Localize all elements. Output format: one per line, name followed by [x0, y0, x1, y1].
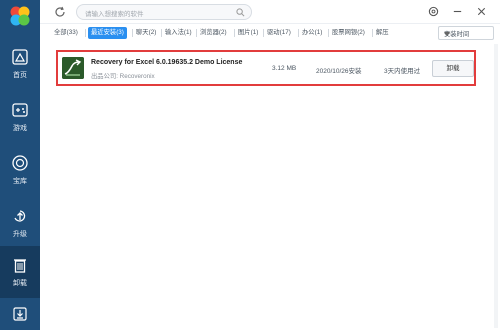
- search-icon[interactable]: [236, 8, 245, 17]
- tab-recent[interactable]: 最近安装(3): [88, 27, 127, 39]
- tab-office[interactable]: 办公(1): [302, 27, 322, 39]
- top-bar: 请输入想搜索的软件: [40, 0, 500, 24]
- tab-image[interactable]: 图片(1): [238, 27, 258, 39]
- tab-divider: [161, 29, 162, 37]
- nav-item-treasure[interactable]: 宝库: [0, 150, 40, 196]
- tab-stock-banking[interactable]: 股票网银(2): [332, 27, 365, 39]
- nav-item-label: 首页: [13, 72, 27, 79]
- home-icon: [12, 49, 28, 65]
- upgrade-icon: [14, 210, 26, 222]
- tab-divider: [263, 29, 264, 37]
- recovery-app-icon: [62, 57, 84, 79]
- tab-divider: [234, 29, 235, 37]
- nav-item-label: 升级: [13, 231, 27, 238]
- uninstall-button[interactable]: 卸载: [432, 60, 474, 77]
- tab-decompress[interactable]: 解压: [376, 27, 389, 39]
- tab-browser[interactable]: 浏览器(2): [200, 27, 227, 39]
- app-size: 3.12 MB: [272, 65, 297, 72]
- chevron-down-icon: [444, 32, 450, 36]
- tab-chat[interactable]: 聊天(2): [136, 27, 156, 39]
- tab-divider: [328, 29, 329, 37]
- scrollbar[interactable]: [494, 44, 498, 328]
- tab-divider: [196, 29, 197, 37]
- nav-item-home[interactable]: 首页: [0, 44, 40, 90]
- trash-icon: [14, 259, 26, 273]
- tab-driver[interactable]: 驱动(17): [267, 27, 291, 39]
- refresh-icon[interactable]: [54, 6, 66, 18]
- close-icon[interactable]: [476, 6, 487, 17]
- tab-divider: [298, 29, 299, 37]
- download-icon: [13, 307, 27, 321]
- minimize-icon[interactable]: [452, 6, 463, 17]
- sidebar: 首页 游戏 宝库 升级 卸载: [0, 0, 40, 330]
- list-item[interactable]: Recovery for Excel 6.0.19635.2 Demo Lice…: [56, 50, 476, 86]
- app-icon: [62, 57, 84, 79]
- gamepad-icon: [12, 103, 28, 117]
- nav-item-label: 游戏: [13, 125, 27, 132]
- tab-divider: [372, 29, 373, 37]
- nav-item-uninstall[interactable]: 卸载: [0, 246, 40, 298]
- nav-item-label: 卸载: [13, 280, 27, 287]
- tab-input-method[interactable]: 输入法(1): [165, 27, 192, 39]
- app-logo-icon: [10, 6, 30, 26]
- settings-icon[interactable]: [428, 6, 439, 17]
- install-date: 2020/10/26安装: [316, 68, 362, 75]
- nav-item-download[interactable]: [0, 300, 40, 330]
- tab-divider: [85, 29, 86, 37]
- app-publisher: 出品公司: Recoveronix: [91, 73, 155, 80]
- nav-item-upgrade[interactable]: 升级: [0, 203, 40, 249]
- search-input[interactable]: 请输入想搜索的软件: [85, 8, 144, 18]
- app-name: Recovery for Excel 6.0.19635.2 Demo Lice…: [91, 59, 243, 66]
- sort-dropdown[interactable]: 安装时间: [438, 26, 494, 40]
- search-box[interactable]: 请输入想搜索的软件: [76, 4, 252, 20]
- treasure-icon: [12, 155, 28, 171]
- usage-status: 3天内使用过: [384, 68, 421, 75]
- nav-item-games[interactable]: 游戏: [0, 97, 40, 143]
- tab-divider: [132, 29, 133, 37]
- tab-all[interactable]: 全部(33): [54, 27, 78, 39]
- nav-item-label: 宝库: [13, 178, 27, 185]
